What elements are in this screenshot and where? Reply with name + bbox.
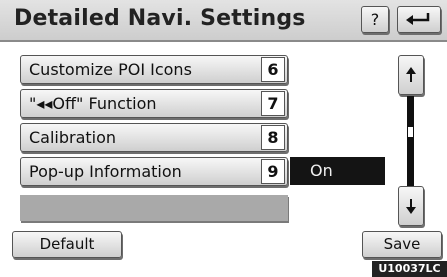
- default-button[interactable]: Default: [12, 231, 122, 258]
- scrollbar-thumb[interactable]: [407, 126, 414, 138]
- menu-item-label: Calibration: [29, 128, 117, 147]
- scroll-down-button[interactable]: [398, 186, 424, 226]
- empty-menu-slot: [20, 195, 288, 221]
- calibration-button[interactable]: Calibration 8: [20, 123, 288, 152]
- back-button[interactable]: [397, 6, 441, 33]
- save-button-label: Save: [383, 235, 421, 253]
- page-title: Detailed Navi. Settings: [14, 6, 306, 31]
- figure-code-label: U10037LC: [372, 261, 447, 277]
- menu-item-number: 6: [261, 57, 285, 82]
- customize-poi-icons-button[interactable]: Customize POI Icons 6: [20, 55, 288, 84]
- return-arrow-icon: [398, 7, 440, 32]
- help-button-label: ?: [370, 10, 380, 29]
- menu-item-label: "◂◂Off" Function: [29, 94, 157, 113]
- menu-item-label: Pop-up Information: [29, 162, 182, 181]
- default-button-label: Default: [39, 235, 95, 253]
- popup-status-value: On: [290, 157, 385, 185]
- menu-item-number: 8: [261, 125, 285, 150]
- scroll-up-button[interactable]: [398, 55, 424, 95]
- off-function-button[interactable]: "◂◂Off" Function 7: [20, 89, 288, 118]
- menu-item-number: 7: [261, 91, 285, 116]
- popup-information-button[interactable]: Pop-up Information 9: [20, 157, 288, 186]
- save-button[interactable]: Save: [362, 231, 442, 258]
- page-down-icon: [405, 198, 417, 214]
- menu-item-label: Customize POI Icons: [29, 60, 192, 79]
- help-button[interactable]: ?: [361, 6, 389, 33]
- menu-item-number: 9: [261, 159, 285, 184]
- page-up-icon: [405, 66, 417, 82]
- scrollbar-track[interactable]: [407, 96, 414, 191]
